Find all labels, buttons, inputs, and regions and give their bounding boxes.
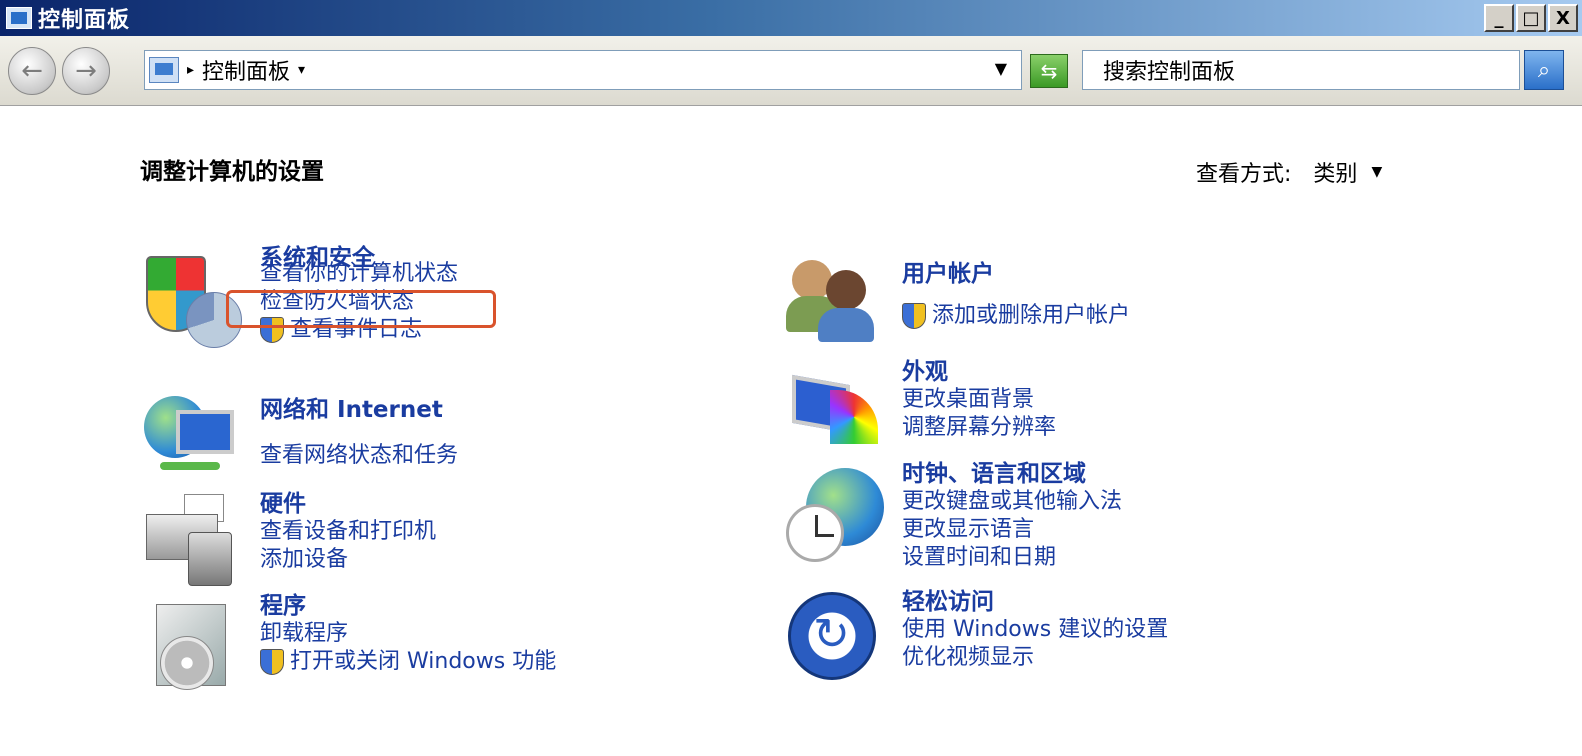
link-view-devices-printers[interactable]: 查看设备和打印机 bbox=[260, 518, 436, 546]
window-title: 控制面板 bbox=[38, 8, 131, 33]
link-view-computer-status[interactable]: 查看你的计算机状态 bbox=[260, 260, 458, 288]
hardware-icon[interactable] bbox=[142, 490, 242, 590]
link-windows-features[interactable]: 打开或关闭 Windows 功能 bbox=[260, 648, 556, 676]
link-change-background[interactable]: 更改桌面背景 bbox=[902, 386, 1056, 414]
search-icon: ⌕ bbox=[1537, 57, 1551, 83]
link-set-date-time[interactable]: 设置时间和日期 bbox=[902, 544, 1122, 572]
system-security-icon[interactable] bbox=[140, 250, 242, 350]
view-by-select[interactable]: 类别 bbox=[1313, 156, 1357, 188]
category-title[interactable]: 硬件 bbox=[260, 490, 436, 518]
clock-region-icon[interactable] bbox=[784, 466, 884, 566]
link-change-display-language[interactable]: 更改显示语言 bbox=[902, 516, 1122, 544]
category-network-internet: 网络和 Internet 查看网络状态和任务 bbox=[260, 396, 458, 470]
link-uninstall-program[interactable]: 卸载程序 bbox=[260, 620, 556, 648]
appearance-icon[interactable] bbox=[788, 374, 888, 476]
address-bar[interactable]: ▸ 控制面板 ▾ ▼ bbox=[144, 50, 1022, 90]
category-title[interactable]: 网络和 Internet bbox=[260, 396, 458, 424]
category-appearance: 外观 更改桌面背景 调整屏幕分辨率 bbox=[902, 358, 1056, 442]
window-controls: _ □ X bbox=[1484, 4, 1578, 32]
forward-button[interactable]: → bbox=[62, 47, 110, 95]
back-button[interactable]: ← bbox=[8, 47, 56, 95]
uac-shield-icon bbox=[260, 649, 284, 675]
arrow-right-icon: → bbox=[75, 56, 97, 86]
breadcrumb-arrow-icon[interactable]: ▸ bbox=[187, 62, 194, 78]
user-accounts-icon[interactable] bbox=[786, 256, 886, 356]
category-ease-of-access: 轻松访问 使用 Windows 建议的设置 优化视频显示 bbox=[902, 588, 1168, 672]
category-user-accounts: 用户帐户 添加或删除用户帐户 bbox=[902, 260, 1130, 330]
title-bar: 控制面板 _ □ X bbox=[0, 0, 1582, 36]
link-view-network-status[interactable]: 查看网络状态和任务 bbox=[260, 442, 458, 470]
address-history-dropdown-icon[interactable]: ▼ bbox=[995, 59, 1007, 78]
link-adjust-resolution[interactable]: 调整屏幕分辨率 bbox=[902, 414, 1056, 442]
arrow-left-icon: ← bbox=[21, 56, 43, 86]
search-button[interactable]: ⌕ bbox=[1524, 50, 1564, 90]
link-windows-suggested-settings[interactable]: 使用 Windows 建议的设置 bbox=[902, 616, 1168, 644]
category-clock-language-region: 时钟、语言和区域 更改键盘或其他输入法 更改显示语言 设置时间和日期 bbox=[902, 460, 1122, 572]
category-hardware: 硬件 查看设备和打印机 添加设备 bbox=[260, 490, 436, 574]
page-title: 调整计算机的设置 bbox=[140, 159, 324, 185]
minimize-button[interactable]: _ bbox=[1484, 4, 1514, 32]
category-title[interactable]: 轻松访问 bbox=[902, 588, 1168, 616]
highlight-box bbox=[226, 290, 496, 328]
breadcrumb-control-panel[interactable]: 控制面板 bbox=[202, 54, 290, 86]
link-add-device[interactable]: 添加设备 bbox=[260, 546, 436, 574]
uac-shield-icon bbox=[902, 303, 926, 329]
breadcrumb-dropdown-icon[interactable]: ▾ bbox=[298, 62, 305, 78]
maximize-button[interactable]: □ bbox=[1516, 4, 1546, 32]
category-programs: 程序 卸载程序 打开或关闭 Windows 功能 bbox=[260, 592, 556, 676]
refresh-icon: ⇆ bbox=[1040, 59, 1058, 83]
control-panel-icon bbox=[149, 57, 179, 83]
close-button[interactable]: X bbox=[1548, 4, 1578, 32]
link-change-keyboard[interactable]: 更改键盘或其他输入法 bbox=[902, 488, 1122, 516]
category-title[interactable]: 时钟、语言和区域 bbox=[902, 460, 1122, 488]
network-internet-icon[interactable] bbox=[140, 392, 240, 492]
category-title[interactable]: 用户帐户 bbox=[902, 260, 1130, 288]
address-toolbar: ← → ▸ 控制面板 ▾ ▼ ⇆ 搜索控制面板 ⌕ bbox=[0, 36, 1582, 106]
view-by: 查看方式: 类别 ▼ bbox=[1196, 156, 1382, 188]
category-title[interactable]: 外观 bbox=[902, 358, 1056, 386]
link-optimize-visual-display[interactable]: 优化视频显示 bbox=[902, 644, 1168, 672]
link-add-remove-users[interactable]: 添加或删除用户帐户 bbox=[902, 302, 1130, 330]
refresh-button[interactable]: ⇆ bbox=[1030, 54, 1068, 88]
ease-of-access-icon[interactable] bbox=[786, 590, 886, 690]
programs-icon[interactable] bbox=[146, 598, 246, 698]
view-by-label: 查看方式: bbox=[1196, 162, 1292, 187]
search-input[interactable]: 搜索控制面板 bbox=[1082, 50, 1520, 90]
category-title[interactable]: 程序 bbox=[260, 592, 556, 620]
chevron-down-icon[interactable]: ▼ bbox=[1371, 164, 1382, 180]
control-panel-icon bbox=[6, 7, 32, 29]
